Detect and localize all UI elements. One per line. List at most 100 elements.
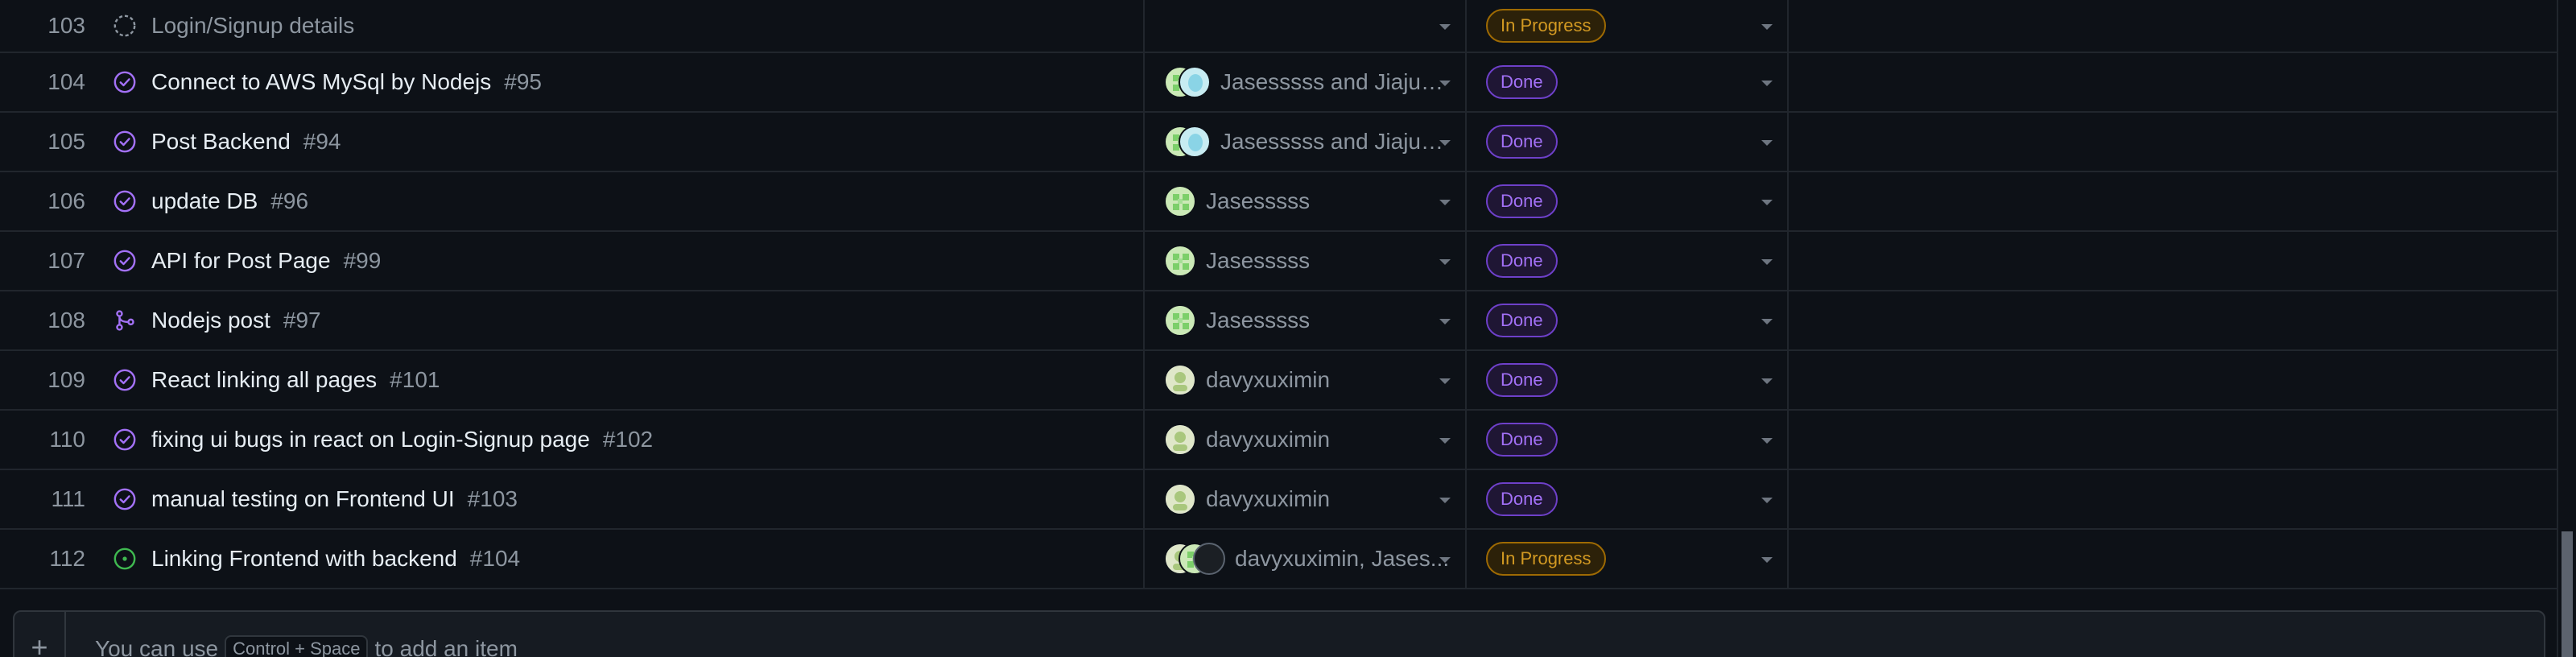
empty-field-cell[interactable]: [1789, 291, 2557, 349]
chevron-down-icon[interactable]: [1761, 259, 1773, 265]
row-number: 104: [47, 69, 85, 94]
table-row[interactable]: 108 Nodejs post #97 Jasesssss Done: [0, 291, 2557, 351]
title-cell[interactable]: API for Post Page #99: [97, 232, 1145, 290]
title-cell[interactable]: fixing ui bugs in react on Login-Signup …: [97, 411, 1145, 469]
vertical-scrollbar[interactable]: [2557, 0, 2576, 657]
items-table: 103 Login/Signup details In Progress 104 Con…: [0, 0, 2557, 589]
item-title-link[interactable]: API for Post Page: [151, 248, 331, 274]
item-title-link[interactable]: Post Backend: [151, 129, 291, 155]
item-title-link[interactable]: manual testing on Frontend UI: [151, 486, 455, 512]
item-title-link[interactable]: Linking Frontend with backend: [151, 546, 457, 572]
row-number: 107: [47, 248, 85, 273]
add-item-hint-after: to add an item: [374, 636, 518, 657]
chevron-down-icon[interactable]: [1761, 557, 1773, 563]
user-avatar: [1164, 483, 1196, 515]
scrollbar-thumb[interactable]: [2562, 531, 2573, 657]
empty-field-cell[interactable]: [1789, 0, 2557, 52]
title-cell[interactable]: Login/Signup details: [97, 0, 1145, 52]
assignees-cell[interactable]: davyxuximin, Jases...: [1145, 530, 1467, 588]
table-row[interactable]: 103 Login/Signup details In Progress: [0, 0, 2557, 53]
status-cell[interactable]: In Progress: [1467, 0, 1789, 52]
title-cell[interactable]: Post Backend #94: [97, 113, 1145, 171]
status-cell[interactable]: Done: [1467, 351, 1789, 409]
status-cell[interactable]: Done: [1467, 470, 1789, 528]
draft-issue-icon: [113, 14, 137, 38]
title-cell[interactable]: manual testing on Frontend UI #103: [97, 470, 1145, 528]
avatar-stack: [1164, 543, 1225, 575]
chevron-down-icon[interactable]: [1439, 557, 1451, 563]
chevron-down-icon[interactable]: [1761, 438, 1773, 444]
status-badge: Done: [1486, 304, 1558, 337]
chevron-down-icon[interactable]: [1761, 24, 1773, 30]
table-row[interactable]: 105 Post Backend #94 Jasesssss and Jiajun..…: [0, 113, 2557, 172]
chevron-down-icon[interactable]: [1439, 24, 1451, 30]
assignees-cell[interactable]: davyxuximin: [1145, 411, 1467, 469]
title-cell[interactable]: Nodejs post #97: [97, 291, 1145, 349]
assignees-cell[interactable]: davyxuximin: [1145, 470, 1467, 528]
assignees-cell[interactable]: Jasesssss: [1145, 232, 1467, 290]
user-avatar: [1193, 543, 1225, 575]
status-cell[interactable]: Done: [1467, 291, 1789, 349]
add-item-button[interactable]: +: [14, 612, 66, 657]
chevron-down-icon[interactable]: [1761, 498, 1773, 503]
table-row[interactable]: 109 React linking all pages #101 davyxuximi…: [0, 351, 2557, 411]
table-row[interactable]: 107 API for Post Page #99 Jasesssss Done: [0, 232, 2557, 291]
assignees-cell[interactable]: Jasesssss and Jiajun...: [1145, 113, 1467, 171]
chevron-down-icon[interactable]: [1761, 81, 1773, 86]
title-cell[interactable]: Connect to AWS MySql by Nodejs #95: [97, 53, 1145, 111]
title-cell[interactable]: Linking Frontend with backend #104: [97, 530, 1145, 588]
issue-number: #97: [283, 308, 321, 333]
chevron-down-icon[interactable]: [1439, 81, 1451, 86]
item-title-link[interactable]: fixing ui bugs in react on Login-Signup …: [151, 427, 590, 452]
chevron-down-icon[interactable]: [1761, 319, 1773, 324]
chevron-down-icon[interactable]: [1439, 378, 1451, 384]
assignees-cell[interactable]: Jasesssss: [1145, 291, 1467, 349]
empty-field-cell[interactable]: [1789, 172, 2557, 230]
item-title-link[interactable]: Login/Signup details: [151, 13, 354, 39]
user-avatar: [1179, 66, 1211, 98]
table-row[interactable]: 111 manual testing on Frontend UI #103 davy…: [0, 470, 2557, 530]
table-row[interactable]: 104 Connect to AWS MySql by Nodejs #95 Jase…: [0, 53, 2557, 113]
status-cell[interactable]: Done: [1467, 232, 1789, 290]
assignees-cell[interactable]: davyxuximin: [1145, 351, 1467, 409]
closed-issue-icon: [113, 189, 137, 213]
assignees-cell[interactable]: Jasesssss and Jiajun...: [1145, 53, 1467, 111]
empty-field-cell[interactable]: [1789, 232, 2557, 290]
avatar-stack: [1164, 304, 1196, 337]
table-row[interactable]: 110 fixing ui bugs in react on Login-Sign…: [0, 411, 2557, 470]
status-badge: In Progress: [1486, 542, 1606, 576]
status-cell[interactable]: In Progress: [1467, 530, 1789, 588]
assignees-cell[interactable]: Jasesssss: [1145, 172, 1467, 230]
chevron-down-icon[interactable]: [1439, 498, 1451, 503]
title-cell[interactable]: update DB #96: [97, 172, 1145, 230]
status-cell[interactable]: Done: [1467, 113, 1789, 171]
status-cell[interactable]: Done: [1467, 172, 1789, 230]
table-row[interactable]: 106 update DB #96 Jasesssss Done: [0, 172, 2557, 232]
item-title-link[interactable]: Connect to AWS MySql by Nodejs: [151, 69, 491, 95]
item-title-link[interactable]: update DB: [151, 188, 258, 214]
chevron-down-icon[interactable]: [1439, 259, 1451, 265]
empty-field-cell[interactable]: [1789, 113, 2557, 171]
status-cell[interactable]: Done: [1467, 53, 1789, 111]
assignees-cell[interactable]: [1145, 0, 1467, 52]
empty-field-cell[interactable]: [1789, 411, 2557, 469]
chevron-down-icon[interactable]: [1761, 140, 1773, 146]
title-cell[interactable]: React linking all pages #101: [97, 351, 1145, 409]
empty-field-cell[interactable]: [1789, 470, 2557, 528]
empty-field-cell[interactable]: [1789, 530, 2557, 588]
chevron-down-icon[interactable]: [1439, 140, 1451, 146]
chevron-down-icon[interactable]: [1439, 200, 1451, 205]
table-row[interactable]: 112 Linking Frontend with backend #104 davy…: [0, 530, 2557, 589]
chevron-down-icon[interactable]: [1761, 378, 1773, 384]
add-item-hint[interactable]: You can use Control + Space to add an it…: [66, 614, 518, 657]
chevron-down-icon[interactable]: [1761, 200, 1773, 205]
chevron-down-icon[interactable]: [1439, 319, 1451, 324]
issue-number: #103: [467, 486, 518, 511]
item-title-link[interactable]: React linking all pages: [151, 367, 377, 393]
chevron-down-icon[interactable]: [1439, 438, 1451, 444]
empty-field-cell[interactable]: [1789, 53, 2557, 111]
empty-field-cell[interactable]: [1789, 351, 2557, 409]
status-cell[interactable]: Done: [1467, 411, 1789, 469]
add-item-bar[interactable]: + You can use Control + Space to add an …: [13, 610, 2545, 657]
item-title-link[interactable]: Nodejs post: [151, 308, 270, 333]
